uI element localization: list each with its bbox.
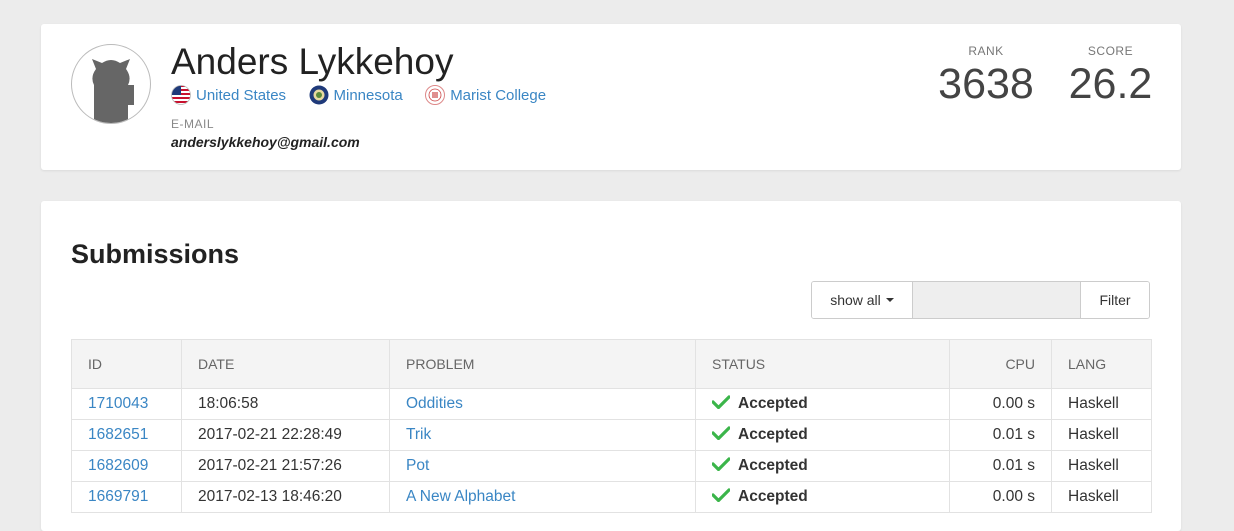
check-icon xyxy=(712,395,730,409)
show-all-dropdown[interactable]: show all xyxy=(812,282,913,318)
problem-link[interactable]: Pot xyxy=(406,457,429,474)
affiliations: United States Minnesota Marist College xyxy=(171,85,564,107)
affiliation-state: Minnesota xyxy=(309,85,403,105)
submission-date: 2017-02-13 18:46:20 xyxy=(181,481,390,513)
status-text: Accepted xyxy=(738,395,808,412)
user-silhouette-icon xyxy=(92,59,134,123)
cpu-time: 0.01 s xyxy=(949,450,1052,482)
dropdown-label: show all xyxy=(830,292,881,308)
column-header-status[interactable]: STATUS xyxy=(695,339,950,389)
status-cell: Accepted xyxy=(695,481,950,513)
status-cell: Accepted xyxy=(695,388,950,420)
problem-link[interactable]: Oddities xyxy=(406,395,463,412)
submissions-table: ID DATE PROBLEM STATUS CPU LANG 1710043 … xyxy=(71,339,1152,513)
score-stat: SCORE 26.2 xyxy=(1063,44,1158,109)
avatar xyxy=(71,44,151,124)
column-header-cpu[interactable]: CPU xyxy=(949,339,1052,389)
cpu-time: 0.00 s xyxy=(949,388,1052,420)
status-text: Accepted xyxy=(738,426,808,443)
filter-group: show all Filter xyxy=(811,281,1150,319)
email-label: E-MAIL xyxy=(171,117,215,131)
status-text: Accepted xyxy=(738,457,808,474)
column-header-lang[interactable]: LANG xyxy=(1051,339,1152,389)
minnesota-seal-icon xyxy=(309,85,329,105)
us-flag-icon xyxy=(171,85,191,105)
school-link[interactable]: Marist College xyxy=(450,87,546,104)
state-link[interactable]: Minnesota xyxy=(334,87,403,104)
affiliation-country: United States xyxy=(171,85,286,105)
column-header-date[interactable]: DATE xyxy=(181,339,390,389)
status-cell: Accepted xyxy=(695,450,950,482)
submission-date: 2017-02-21 22:28:49 xyxy=(181,419,390,451)
status-text: Accepted xyxy=(738,488,808,505)
language: Haskell xyxy=(1051,481,1152,513)
user-name: Anders Lykkehoy xyxy=(171,41,454,82)
college-logo-icon xyxy=(425,85,446,105)
submission-id-link[interactable]: 1669791 xyxy=(88,488,148,505)
table-row: 1682651 2017-02-21 22:28:49 Trik Accepte… xyxy=(71,419,1152,451)
section-title: Submissions xyxy=(71,239,240,269)
country-link[interactable]: United States xyxy=(196,87,286,104)
table-header-row: ID DATE PROBLEM STATUS CPU LANG xyxy=(71,339,1152,389)
submission-date: 2017-02-21 21:57:26 xyxy=(181,450,390,482)
column-header-problem[interactable]: PROBLEM xyxy=(389,339,696,389)
email-value: anderslykkehoy@gmail.com xyxy=(171,134,360,150)
check-icon xyxy=(712,426,730,440)
submission-id-link[interactable]: 1682609 xyxy=(88,457,148,474)
score-label: SCORE xyxy=(1087,44,1134,58)
score-value: 26.2 xyxy=(1068,60,1153,108)
rank-stat: RANK 3638 xyxy=(936,44,1036,109)
filter-button[interactable]: Filter xyxy=(1081,282,1149,318)
status-cell: Accepted xyxy=(695,419,950,451)
column-header-id[interactable]: ID xyxy=(71,339,182,389)
problem-link[interactable]: A New Alphabet xyxy=(406,488,515,505)
problem-link[interactable]: Trik xyxy=(406,426,431,443)
rank-label: RANK xyxy=(968,44,1004,58)
submission-date: 18:06:58 xyxy=(181,388,390,420)
check-icon xyxy=(712,488,730,502)
language: Haskell xyxy=(1051,450,1152,482)
affiliation-school: Marist College xyxy=(425,85,546,105)
table-row: 1710043 18:06:58 Oddities Accepted 0.00 … xyxy=(71,388,1152,420)
submissions-card: Submissions show all Filter ID DATE PROB… xyxy=(41,201,1181,531)
table-row: 1669791 2017-02-13 18:46:20 A New Alphab… xyxy=(71,481,1152,513)
language: Haskell xyxy=(1051,419,1152,451)
cpu-time: 0.00 s xyxy=(949,481,1052,513)
filter-input[interactable] xyxy=(913,282,1081,318)
language: Haskell xyxy=(1051,388,1152,420)
submission-id-link[interactable]: 1710043 xyxy=(88,395,148,412)
rank-value: 3638 xyxy=(938,60,1034,108)
submission-id-link[interactable]: 1682651 xyxy=(88,426,148,443)
cpu-time: 0.01 s xyxy=(949,419,1052,451)
profile-card: Anders Lykkehoy United States Minnesota … xyxy=(41,24,1181,170)
caret-down-icon xyxy=(885,298,894,302)
table-row: 1682609 2017-02-21 21:57:26 Pot Accepted… xyxy=(71,450,1152,482)
check-icon xyxy=(712,457,730,471)
